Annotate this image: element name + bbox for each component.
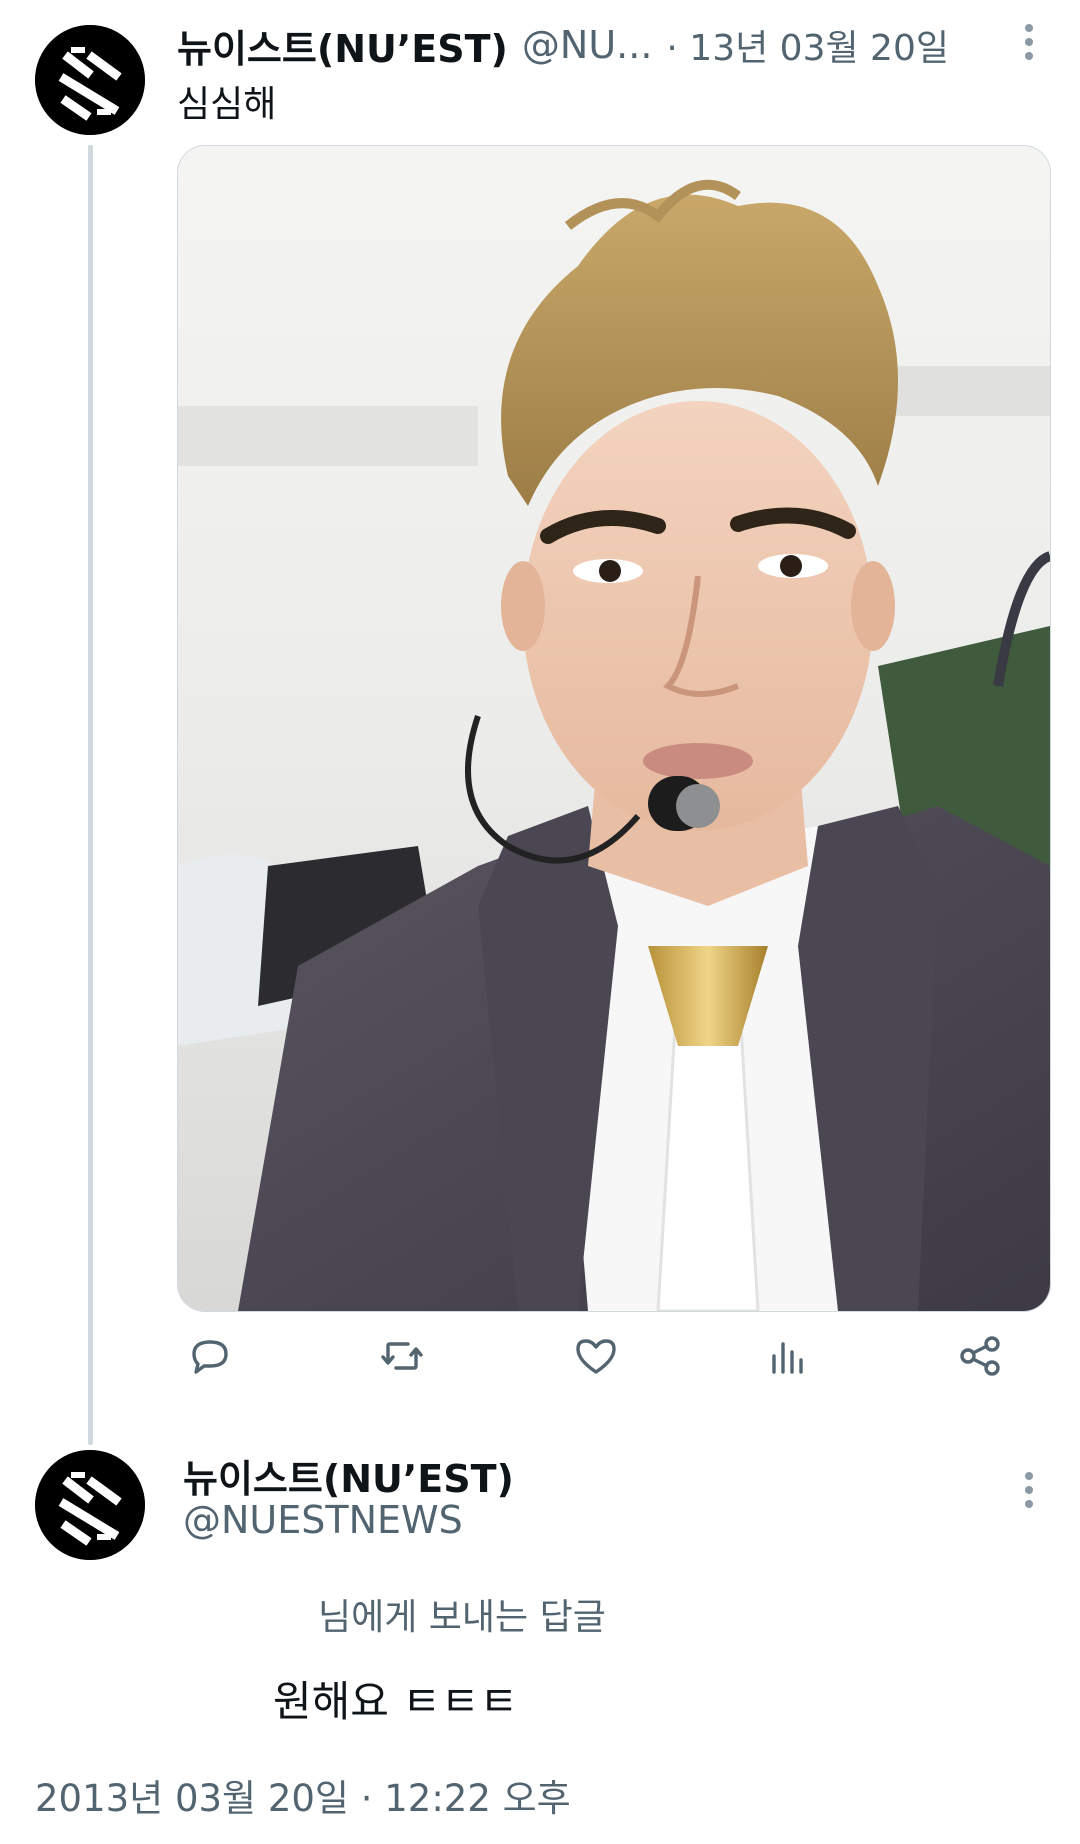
views-button[interactable]: [758, 1326, 818, 1386]
views-icon: [772, 1342, 803, 1374]
replying-to-label: 님에게 보내는 답글: [318, 1597, 606, 1638]
nuest-logo-icon: [35, 1450, 145, 1560]
nuest-logo-icon: [35, 25, 145, 135]
like-icon: [576, 1339, 616, 1374]
reply-author-avatar[interactable]: [35, 1450, 145, 1560]
author-name[interactable]: 뉴이스트(NU’EST): [177, 18, 508, 73]
photo-image: [178, 146, 1050, 1311]
more-options-icon[interactable]: [1022, 22, 1036, 69]
author-handle[interactable]: @NU...: [522, 23, 652, 67]
retweet-button[interactable]: [372, 1326, 432, 1386]
reply-author-handle[interactable]: @NUESTNEWS: [183, 1498, 463, 1542]
tweet-text: 심심해: [177, 84, 277, 125]
reply-timestamp[interactable]: 2013년 03월 20일 · 12:22 오후: [35, 1768, 571, 1822]
reply-more-options-icon[interactable]: [1022, 1470, 1036, 1517]
thread-connector-line: [88, 145, 93, 1445]
reply-icon: [192, 1340, 228, 1374]
retweet-icon: [381, 1342, 423, 1370]
tweet-header: 뉴이스트(NU’EST) @NU... · 13년 03월 20일: [177, 18, 949, 73]
author-avatar[interactable]: [35, 25, 145, 135]
tweet-date[interactable]: · 13년 03월 20일: [666, 19, 949, 71]
like-button[interactable]: [566, 1326, 626, 1386]
share-icon: [960, 1336, 1000, 1376]
share-button[interactable]: [950, 1326, 1010, 1386]
reply-button[interactable]: [180, 1326, 240, 1386]
reply-text: 원해요 ㅌㅌㅌ: [273, 1677, 519, 1726]
reply-author-name[interactable]: 뉴이스트(NU’EST): [183, 1448, 514, 1503]
tweet-photo[interactable]: [177, 145, 1051, 1312]
